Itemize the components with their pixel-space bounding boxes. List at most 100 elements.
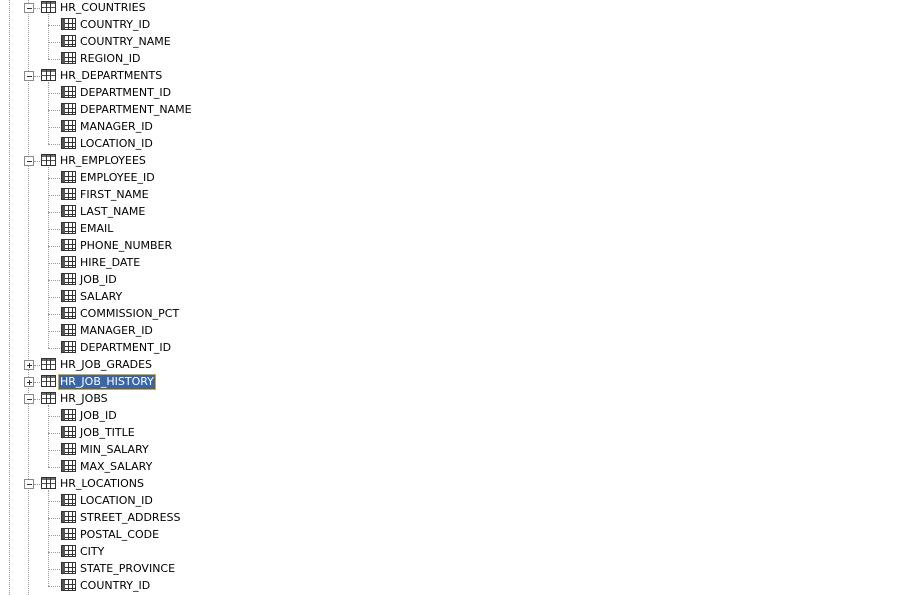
tree-node-column[interactable]: DEPARTMENT_ID [0, 85, 400, 102]
tree-node-column[interactable]: COUNTRY_NAME [0, 34, 400, 51]
column-name-label[interactable]: LOCATION_ID [79, 136, 154, 152]
tree-connector [34, 399, 40, 400]
column-name-label[interactable]: FIRST_NAME [79, 187, 150, 203]
tree-connector [34, 365, 40, 366]
column-name-label[interactable]: EMAIL [79, 221, 114, 237]
tree-node-column[interactable]: MIN_SALARY [0, 442, 400, 459]
column-name-label[interactable]: HIRE_DATE [79, 255, 141, 271]
column-guide [48, 82, 49, 144]
column-icon [61, 324, 76, 336]
table-name-label[interactable]: HR_JOBS [59, 391, 109, 407]
tree-node-column[interactable]: JOB_ID [0, 408, 400, 425]
tree-node-table[interactable]: HR_COUNTRIES [0, 0, 400, 17]
column-icon [61, 443, 76, 455]
column-name-label[interactable]: COUNTRY_NAME [79, 34, 172, 50]
column-name-label[interactable]: LOCATION_ID [79, 493, 154, 509]
tree-node-column[interactable]: MANAGER_ID [0, 119, 400, 136]
column-name-label[interactable]: MANAGER_ID [79, 119, 154, 135]
tree-node-column[interactable]: LAST_NAME [0, 204, 400, 221]
collapse-toggle-icon[interactable] [24, 479, 34, 489]
tree-node-table[interactable]: HR_EMPLOYEES [0, 153, 400, 170]
column-name-label[interactable]: POSTAL_CODE [79, 527, 160, 543]
tree-node-table[interactable]: HR_JOB_HISTORY [0, 374, 400, 391]
column-name-label[interactable]: COUNTRY_ID [79, 17, 151, 33]
column-name-label[interactable]: DEPARTMENT_ID [79, 85, 172, 101]
expand-toggle-icon[interactable] [24, 377, 34, 387]
column-icon [61, 52, 76, 64]
collapse-toggle-icon[interactable] [24, 394, 34, 404]
tree-node-column[interactable]: JOB_ID [0, 272, 400, 289]
column-name-label[interactable]: COMMISSION_PCT [79, 306, 180, 322]
table-name-label[interactable]: HR_DEPARTMENTS [59, 68, 163, 84]
column-name-label[interactable]: SALARY [79, 289, 123, 305]
expand-toggle-icon[interactable] [24, 360, 34, 370]
column-icon [61, 18, 76, 30]
tree-node-column[interactable]: COUNTRY_ID [0, 578, 400, 595]
tree-connector [48, 586, 60, 587]
table-name-label[interactable]: HR_COUNTRIES [59, 0, 147, 16]
collapse-toggle-icon[interactable] [24, 156, 34, 166]
tree-node-column[interactable]: MANAGER_ID [0, 323, 400, 340]
schema-tree[interactable]: HR_COUNTRIES COUNTRY_ID COUNTRY_NAME REGION… [0, 0, 916, 595]
table-icon [41, 375, 56, 387]
column-name-label[interactable]: PHONE_NUMBER [79, 238, 173, 254]
column-name-label[interactable]: CITY [79, 544, 105, 560]
tree-connector [34, 382, 40, 383]
tree-node-column[interactable]: LOCATION_ID [0, 493, 400, 510]
tree-connector [48, 263, 60, 264]
column-name-label[interactable]: STREET_ADDRESS [79, 510, 182, 526]
tree-connector [48, 178, 60, 179]
column-name-label[interactable]: MIN_SALARY [79, 442, 150, 458]
column-name-label[interactable]: COUNTRY_ID [79, 578, 151, 594]
tree-node-column[interactable]: PHONE_NUMBER [0, 238, 400, 255]
column-name-label[interactable]: STATE_PROVINCE [79, 561, 176, 577]
column-name-label[interactable]: EMPLOYEE_ID [79, 170, 156, 186]
column-name-label[interactable]: JOB_ID [79, 272, 118, 288]
column-name-label[interactable]: LAST_NAME [79, 204, 146, 220]
table-icon [41, 154, 56, 166]
table-icon [41, 392, 56, 404]
tree-node-column[interactable]: DEPARTMENT_ID [0, 340, 400, 357]
tree-connector [48, 42, 60, 43]
column-name-label[interactable]: JOB_TITLE [79, 425, 136, 441]
tree-node-table[interactable]: HR_JOBS [0, 391, 400, 408]
tree-node-column[interactable]: SALARY [0, 289, 400, 306]
column-icon [61, 562, 76, 574]
column-name-label[interactable]: JOB_ID [79, 408, 118, 424]
column-icon [61, 341, 76, 353]
table-name-label[interactable]: HR_LOCATIONS [59, 476, 145, 492]
tree-node-column[interactable]: CITY [0, 544, 400, 561]
tree-node-column[interactable]: COMMISSION_PCT [0, 306, 400, 323]
tree-node-column[interactable]: COUNTRY_ID [0, 17, 400, 34]
column-name-label[interactable]: DEPARTMENT_ID [79, 340, 172, 356]
tree-node-column[interactable]: HIRE_DATE [0, 255, 400, 272]
tree-connector [48, 467, 60, 468]
tree-connector [48, 569, 60, 570]
tree-connector [48, 144, 60, 145]
collapse-toggle-icon[interactable] [24, 3, 34, 13]
column-name-label[interactable]: MAX_SALARY [79, 459, 153, 475]
table-name-label[interactable]: HR_JOB_GRADES [59, 357, 153, 373]
table-name-label[interactable]: HR_EMPLOYEES [59, 153, 147, 169]
tree-node-column[interactable]: FIRST_NAME [0, 187, 400, 204]
column-guide [48, 14, 49, 59]
column-icon [61, 222, 76, 234]
tree-node-column[interactable]: STATE_PROVINCE [0, 561, 400, 578]
tree-node-column[interactable]: POSTAL_CODE [0, 527, 400, 544]
tree-node-column[interactable]: EMPLOYEE_ID [0, 170, 400, 187]
tree-node-column[interactable]: LOCATION_ID [0, 136, 400, 153]
tree-node-column[interactable]: JOB_TITLE [0, 425, 400, 442]
collapse-toggle-icon[interactable] [24, 71, 34, 81]
table-name-label[interactable]: HR_JOB_HISTORY [58, 374, 156, 390]
tree-node-table[interactable]: HR_LOCATIONS [0, 476, 400, 493]
tree-node-column[interactable]: MAX_SALARY [0, 459, 400, 476]
tree-node-table[interactable]: HR_DEPARTMENTS [0, 68, 400, 85]
column-name-label[interactable]: MANAGER_ID [79, 323, 154, 339]
tree-node-column[interactable]: STREET_ADDRESS [0, 510, 400, 527]
column-name-label[interactable]: REGION_ID [79, 51, 141, 67]
tree-node-table[interactable]: HR_JOB_GRADES [0, 357, 400, 374]
tree-node-column[interactable]: REGION_ID [0, 51, 400, 68]
tree-node-column[interactable]: DEPARTMENT_NAME [0, 102, 400, 119]
column-name-label[interactable]: DEPARTMENT_NAME [79, 102, 193, 118]
tree-node-column[interactable]: EMAIL [0, 221, 400, 238]
